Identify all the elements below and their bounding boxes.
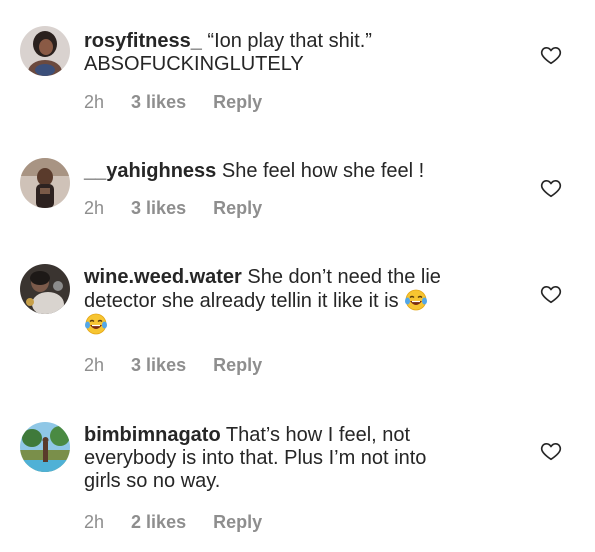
comment-text: girls so no way. — [84, 470, 221, 492]
avatar[interactable] — [20, 422, 70, 472]
avatar[interactable] — [20, 158, 70, 208]
avatar[interactable] — [20, 264, 70, 314]
reply-button[interactable]: Reply — [213, 92, 262, 112]
like-heart-icon[interactable] — [540, 283, 562, 305]
comment-meta: 2h 3 likes Reply — [84, 92, 262, 113]
comment-text: detector she already tellin it like it i… — [84, 290, 399, 312]
comment-username[interactable]: __yahighness — [84, 160, 216, 182]
comment-likes[interactable]: 2 likes — [131, 512, 186, 532]
face-with-tears-of-joy-icon — [404, 289, 428, 311]
comment-username[interactable]: wine.weed.water — [84, 266, 242, 288]
like-heart-icon[interactable] — [540, 44, 562, 66]
comment-text: “Ion play that shit.” — [207, 30, 372, 52]
comment-likes[interactable]: 3 likes — [131, 198, 186, 218]
face-with-tears-of-joy-icon — [84, 313, 108, 335]
comment-text: She feel how she feel ! — [221, 160, 425, 182]
comment-meta: 2h 3 likes Reply — [84, 355, 262, 376]
comment-time: 2h — [84, 355, 105, 375]
comment-likes[interactable]: 3 likes — [131, 92, 186, 112]
reply-button[interactable]: Reply — [213, 512, 262, 532]
comment-text: ABSOFUCKINGLUTELY — [84, 53, 304, 75]
comment-meta: 2h 3 likes Reply — [84, 198, 262, 219]
comment-username[interactable]: bimbimnagato — [84, 424, 221, 446]
comment-time: 2h — [84, 198, 105, 218]
comment-text: everybody is into that. Plus I’m not int… — [84, 447, 427, 469]
avatar[interactable] — [20, 26, 70, 76]
comment-time: 2h — [84, 92, 105, 112]
like-heart-icon[interactable] — [540, 177, 562, 199]
reply-button[interactable]: Reply — [213, 198, 262, 218]
comment-username[interactable]: rosyfitness_ — [84, 30, 202, 52]
comment-text: That’s how I feel, not — [225, 424, 411, 446]
like-heart-icon[interactable] — [540, 440, 562, 462]
reply-button[interactable]: Reply — [213, 355, 262, 375]
comment-meta: 2h 2 likes Reply — [84, 512, 262, 533]
comment-time: 2h — [84, 512, 105, 532]
comment-text: She don’t need the lie — [247, 266, 441, 288]
comment-likes[interactable]: 3 likes — [131, 355, 186, 375]
